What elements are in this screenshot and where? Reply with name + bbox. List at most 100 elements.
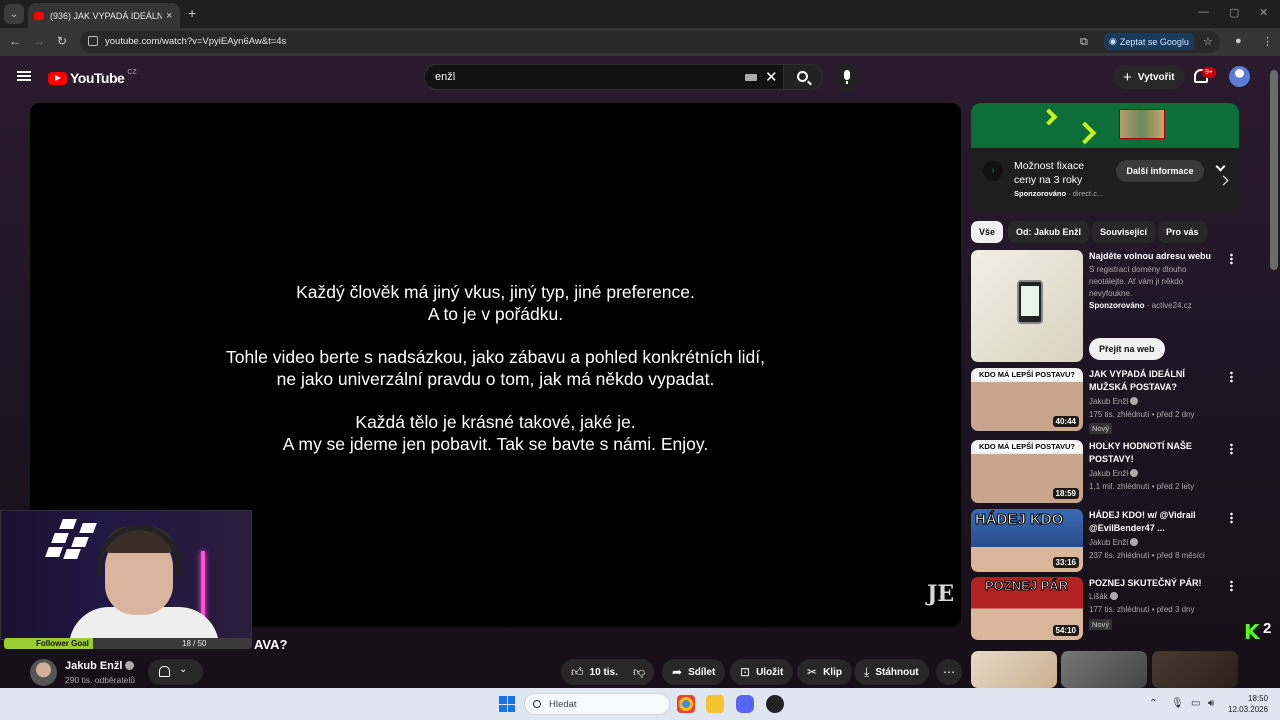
- forward-icon[interactable]: →: [33, 34, 45, 48]
- youtube-logo[interactable]: YouTube CZ: [48, 69, 137, 86]
- download-button[interactable]: ⤓ Stáhnout: [854, 659, 929, 685]
- video-channel: Jakub Enžl: [1089, 538, 1139, 547]
- more-options-icon[interactable]: [1230, 253, 1233, 265]
- video-channel: Lišák: [1089, 592, 1118, 601]
- channel-avatar[interactable]: [30, 659, 57, 686]
- list-item[interactable]: HÁDEJ KDO 33:16 HÁDEJ KDO! w/ @Vidrail @E…: [971, 509, 1239, 572]
- subtitle-line: Každá tělo je krásné takové, jaké je.: [355, 412, 636, 432]
- network-icon[interactable]: ▭: [1191, 698, 1200, 709]
- new-tab-button[interactable]: +: [188, 5, 196, 21]
- video-meta: 237 tis. zhlédnutí • před 8 měsíci: [1089, 551, 1205, 560]
- chip-all[interactable]: Vše: [971, 221, 1004, 243]
- clip-label: Klip: [823, 666, 842, 678]
- browser-toolbar: ← → ↻ youtube.com/watch?v=VpyiEAyn6Aw&t=…: [0, 28, 1280, 56]
- more-options-icon[interactable]: [1230, 371, 1233, 383]
- page-scrollbar[interactable]: [1270, 70, 1278, 270]
- shorts-thumbnail[interactable]: [1061, 651, 1147, 688]
- chip-for-you[interactable]: Pro vás: [1158, 221, 1207, 243]
- ad-card[interactable]: › Možnost fixace ceny na 3 roky Sponzoro…: [971, 103, 1239, 211]
- create-button[interactable]: + Vytvořit: [1113, 65, 1185, 89]
- ask-google-button[interactable]: ◉ Zeptat se Googlu: [1104, 33, 1194, 50]
- ad-expand-icon[interactable]: [1215, 161, 1226, 172]
- ad2-sponsored: Sponzorováno: [1089, 301, 1145, 310]
- list-item[interactable]: KDO MÁ LEPŠÍ POSTAVU? 40:44 JAK VYPADÁ ID…: [971, 368, 1239, 434]
- address-bar[interactable]: youtube.com/watch?v=VpyiEAyn6Aw&t=4s: [80, 31, 1220, 53]
- file-explorer-icon[interactable]: [706, 695, 724, 713]
- bell-icon: [159, 666, 170, 677]
- clear-search-icon[interactable]: ✕: [765, 68, 778, 86]
- tab-search-button[interactable]: ⌄: [4, 4, 24, 24]
- chip-from-channel[interactable]: Od: Jakub Enžl: [1008, 221, 1090, 243]
- close-window-icon[interactable]: ✕: [1259, 6, 1268, 19]
- channel-name[interactable]: Jakub Enžl: [65, 660, 135, 672]
- microphone-icon[interactable]: 🎙︎: [1171, 698, 1184, 709]
- ad-chevron-icon: [1073, 121, 1097, 145]
- share-button[interactable]: ➦ Sdílet: [662, 659, 726, 685]
- like-button[interactable]: 👍︎ 10 tis.: [561, 659, 626, 685]
- back-icon[interactable]: ←: [9, 34, 21, 48]
- menu-icon[interactable]: [17, 71, 31, 81]
- ad2-title: Najděte volnou adresu webu: [1089, 251, 1212, 261]
- chip-related[interactable]: Související: [1092, 221, 1156, 243]
- shorts-thumbnail[interactable]: [971, 651, 1057, 688]
- video-channel-name: Jakub Enžl: [1089, 397, 1129, 406]
- clock-date: 12.03.2026: [1228, 705, 1269, 714]
- windows-start-icon[interactable]: [499, 696, 515, 712]
- ad-meta: Sponzorováno · direct.c...: [1014, 189, 1104, 198]
- ad2-meta: Sponzorováno · active24.cz: [1089, 301, 1192, 310]
- sponsored-item[interactable]: Najděte volnou adresu webu S registrací …: [971, 250, 1239, 364]
- thumbnail-text: KDO MÁ LEPŠÍ POSTAVU?: [975, 442, 1079, 452]
- scissors-icon: ✂: [807, 665, 818, 679]
- channel-watermark-icon[interactable]: JE: [927, 581, 954, 607]
- minimize-icon[interactable]: —: [1198, 6, 1209, 18]
- discord-app-icon[interactable]: [736, 695, 754, 713]
- shorts-thumbnail[interactable]: [1152, 651, 1238, 688]
- ad2-domain: active24.cz: [1151, 301, 1192, 310]
- search-button[interactable]: [783, 64, 823, 90]
- download-icon: ⤓: [864, 664, 870, 679]
- browser-tab-strip: ⌄ (936) JAK VYPADÁ IDEÁLNÍ ŽEN × + — ▢ ✕: [0, 0, 1280, 28]
- reload-icon[interactable]: ↻: [57, 34, 67, 48]
- more-actions-button[interactable]: ⋯: [936, 659, 962, 685]
- cast-icon[interactable]: ⧉: [1080, 36, 1088, 49]
- ad-chevron-icon: [1040, 108, 1058, 126]
- save-button[interactable]: ⊡ Uložit: [730, 659, 794, 685]
- obs-app-icon[interactable]: [766, 695, 784, 713]
- video-meta: 177 tis. zhlédnutí • před 3 dny: [1089, 605, 1195, 614]
- chrome-menu-icon[interactable]: ⋮: [1262, 35, 1273, 48]
- taskbar-search[interactable]: Hledat: [524, 693, 670, 715]
- visit-site-button[interactable]: Přejít na web: [1089, 338, 1165, 360]
- follower-goal-count: 18 / 50: [182, 639, 207, 648]
- profile-icon[interactable]: ●: [1235, 35, 1242, 47]
- ad-cta-button[interactable]: Další informace: [1116, 160, 1204, 182]
- list-item[interactable]: KDO MÁ LEPŠÍ POSTAVU? 18:59 HOLKY HODNOTÍ…: [971, 440, 1239, 503]
- list-item[interactable]: POZNEJ PÁR 54:10 POZNEJ SKUTEČNÝ PÁR! Liš…: [971, 577, 1239, 640]
- dislike-button[interactable]: 👎︎: [624, 659, 655, 685]
- chrome-app-icon[interactable]: [677, 695, 695, 713]
- more-options-icon[interactable]: [1230, 580, 1233, 592]
- tray-chevron-icon[interactable]: ⌃: [1149, 698, 1157, 709]
- voice-search-button[interactable]: [834, 64, 860, 90]
- more-options-icon[interactable]: [1230, 443, 1233, 455]
- search-value: enžl: [435, 71, 456, 83]
- account-avatar[interactable]: [1229, 66, 1250, 87]
- volume-icon[interactable]: 🔊︎: [1208, 698, 1214, 709]
- tab-close-icon[interactable]: ×: [166, 10, 172, 22]
- video-meta: 1,1 mil. zhlédnutí • před 2 lety: [1089, 482, 1195, 491]
- system-clock[interactable]: 18:50 12.03.2026: [1228, 693, 1268, 715]
- subtitle-line: ne jako univerzální pravdu o tom, jak má…: [276, 369, 715, 389]
- more-options-icon[interactable]: [1230, 512, 1233, 524]
- video-duration: 54:10: [1052, 625, 1079, 636]
- ad-banner: [971, 103, 1239, 148]
- keyboard-icon[interactable]: [745, 74, 757, 81]
- subscribed-button[interactable]: ⌄: [148, 659, 203, 685]
- browser-tab[interactable]: (936) JAK VYPADÁ IDEÁLNÍ ŽEN ×: [28, 3, 180, 28]
- bookmark-star-icon[interactable]: ☆: [1203, 35, 1213, 48]
- new-badge: Nový: [1089, 423, 1113, 434]
- search-input[interactable]: enžl ✕: [424, 64, 784, 90]
- taskbar-search-label: Hledat: [549, 699, 577, 710]
- new-badge: Nový: [1089, 619, 1113, 630]
- maximize-icon[interactable]: ▢: [1229, 6, 1239, 19]
- site-info-icon[interactable]: [88, 36, 98, 46]
- clip-button[interactable]: ✂ Klip: [797, 659, 852, 685]
